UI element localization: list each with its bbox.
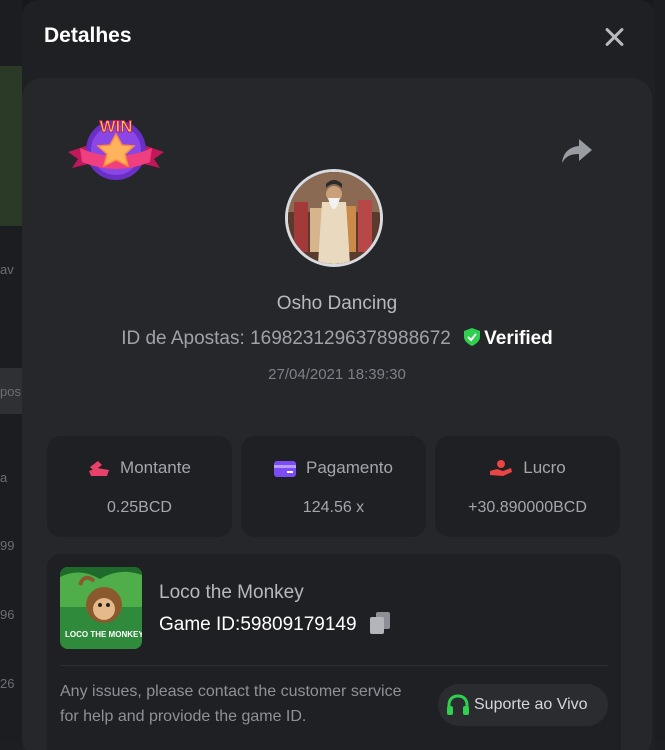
background-text: av: [0, 262, 14, 277]
help-text: Any issues, please contact the customer …: [60, 683, 402, 725]
stat-label: Pagamento: [306, 458, 393, 477]
stat-value: 124.56 x: [302, 499, 365, 516]
verified-label: Verified: [484, 328, 553, 349]
bet-id-value: 1698231296378988672: [250, 328, 451, 349]
background-page-left: av pos a 99 96 26: [0, 0, 22, 750]
close-icon[interactable]: [601, 24, 627, 50]
win-badge-label: WIN: [99, 117, 132, 136]
game-id-row: Game ID:59809179149: [159, 612, 390, 636]
share-icon[interactable]: [560, 136, 594, 166]
stat-lucro: Lucro +30.890000BCD: [435, 436, 620, 537]
game-id-label: Game ID:: [159, 614, 241, 635]
stat-pagamento: Pagamento 124.56 x: [241, 436, 426, 537]
game-thumbnail[interactable]: LOCO THE MONKEY: [60, 567, 142, 649]
background-text: 26: [0, 676, 15, 691]
modal-title: Detalhes: [44, 24, 132, 47]
stat-label: Lucro: [523, 458, 566, 477]
stat-value: 0.25BCD: [107, 499, 172, 516]
modal-header: Detalhes: [22, 0, 655, 76]
stat-label: Montante: [120, 458, 191, 477]
game-thumbnail-label: LOCO THE MONKEY: [65, 630, 142, 639]
coins-icon: [89, 461, 110, 476]
game-id-value: 59809179149: [240, 614, 357, 635]
game-info-panel: LOCO THE MONKEY Loco the Monkey Game ID:…: [47, 554, 621, 750]
headset-icon: [447, 694, 469, 715]
card-icon: [274, 461, 297, 477]
profit-icon: [490, 460, 513, 476]
bet-card: WIN Osho Dancing ID de Apostas: 16982312: [22, 78, 652, 750]
copy-icon[interactable]: [369, 612, 390, 634]
game-name: Osho Dancing: [276, 293, 398, 314]
background-text: pos: [0, 384, 21, 399]
background-text: a: [0, 470, 8, 485]
bet-id-label: ID de Apostas:: [121, 328, 245, 349]
background-text: 96: [0, 607, 15, 622]
live-support-button[interactable]: Suporte ao Vivo: [438, 684, 608, 726]
background-image: [0, 66, 22, 226]
bet-id-row: ID de Apostas: 1698231296378988672 Verif…: [22, 328, 652, 350]
stat-value: +30.890000BCD: [468, 499, 587, 516]
bet-details-modal: Detalhes WIN Osho Dancing ID de Apostas:…: [22, 0, 655, 750]
background-text: 99: [0, 538, 15, 553]
bet-timestamp: 27/04/2021 18:39:30: [268, 366, 406, 383]
divider: [60, 665, 608, 666]
stat-montante: Montante 0.25BCD: [47, 436, 232, 537]
verified-shield-icon: [464, 328, 481, 346]
game-avatar: [285, 169, 383, 267]
win-badge-icon: WIN: [68, 117, 164, 180]
live-support-label: Suporte ao Vivo: [474, 696, 588, 713]
game-title[interactable]: Loco the Monkey: [159, 582, 304, 604]
